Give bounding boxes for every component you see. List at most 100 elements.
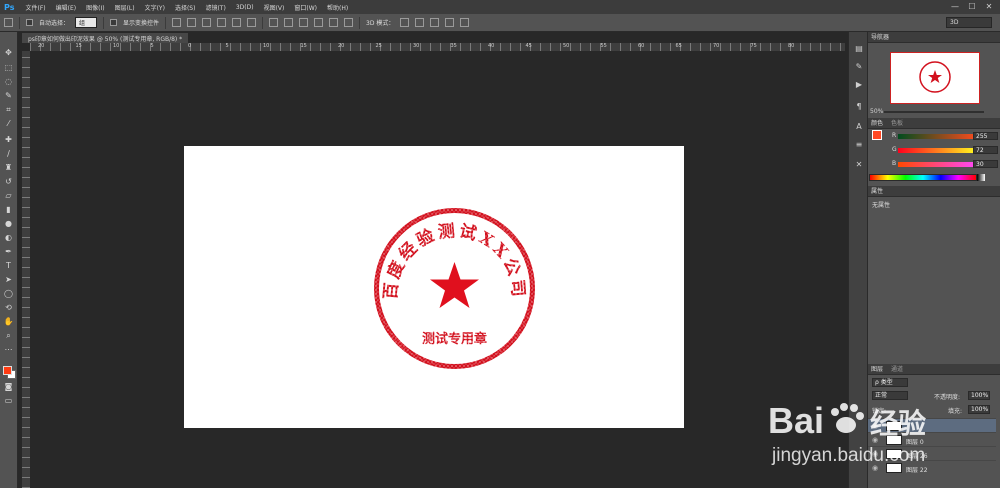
stamp-center-text: 测试专用章 <box>422 331 487 347</box>
distribute-bottom-icon[interactable] <box>299 18 309 27</box>
type-tool-icon[interactable]: T <box>3 261 14 270</box>
menu-type[interactable]: 文字(Y) <box>140 3 170 12</box>
align-left-icon[interactable] <box>217 18 227 27</box>
align-bottom-icon[interactable] <box>202 18 212 27</box>
tab-properties[interactable]: 属性 <box>871 188 883 195</box>
color-spectrum-bar[interactable] <box>869 174 977 181</box>
more-tools-icon[interactable]: ⋯ <box>3 345 14 354</box>
move-tool-icon[interactable] <box>4 18 13 27</box>
history-brush-tool-icon[interactable]: ↺ <box>3 177 14 186</box>
maximize-button[interactable]: ☐ <box>965 1 979 12</box>
menu-view[interactable]: 视图(V) <box>259 3 290 12</box>
close-button[interactable]: ✕ <box>982 1 996 12</box>
distribute-left-icon[interactable] <box>314 18 324 27</box>
menu-image[interactable]: 图像(I) <box>81 3 109 12</box>
3d-scale-icon[interactable] <box>460 18 470 27</box>
auto-select-label: 自动选择： <box>39 20 70 27</box>
brush-preset-icon[interactable]: ✎ <box>854 62 864 72</box>
color-b-slider[interactable] <box>898 162 978 167</box>
color-bw-bar[interactable] <box>977 174 985 181</box>
distribute-right-icon[interactable] <box>344 18 354 27</box>
show-transform-checkbox[interactable] <box>110 19 118 26</box>
navigator-zoom-value[interactable]: 50% <box>870 108 883 115</box>
workspace-dropdown[interactable]: 3D <box>946 17 992 28</box>
tab-swatches[interactable]: 色板 <box>891 120 903 127</box>
auto-select-dropdown[interactable]: 组 <box>75 17 98 28</box>
3d-rotate-icon[interactable] <box>400 18 410 27</box>
quick-mask-icon[interactable]: ◙ <box>3 382 14 391</box>
menu-window[interactable]: 窗口(W) <box>289 3 322 12</box>
align-hcenter-icon[interactable] <box>232 18 242 27</box>
align-vcenter-icon[interactable] <box>187 18 197 27</box>
color-foreground-swatch[interactable] <box>872 130 882 140</box>
healing-brush-tool-icon[interactable]: ✚ <box>3 135 14 144</box>
navigator-stamp-thumb <box>919 61 951 93</box>
color-r-value[interactable]: 255 <box>973 132 998 140</box>
distribute-vcenter-icon[interactable] <box>284 18 294 27</box>
tools-preset-icon[interactable]: ✕ <box>854 160 864 170</box>
navigator-thumbnail[interactable] <box>890 52 980 104</box>
tab-channels[interactable]: 通道 <box>891 366 903 373</box>
actions-icon[interactable]: ▶ <box>854 80 864 90</box>
layer-kind-filter[interactable]: ρ 类型 <box>872 378 908 387</box>
clone-stamp-tool-icon[interactable]: ♜ <box>3 163 14 172</box>
photoshop-logo: Ps <box>4 2 15 12</box>
minimize-button[interactable]: — <box>948 1 962 12</box>
menu-select[interactable]: 选择(S) <box>170 3 201 12</box>
tab-layers[interactable]: 图层 <box>871 366 883 373</box>
blur-tool-icon[interactable]: ● <box>3 219 14 228</box>
auto-select-checkbox[interactable] <box>26 19 33 26</box>
properties-empty-text: 无属性 <box>872 202 891 209</box>
color-b-value[interactable]: 30 <box>973 160 998 168</box>
menu-filter[interactable]: 滤镜(T) <box>200 3 230 12</box>
document-tab[interactable]: ps印章如何做出印泥效果 @ 50% (测试专用章, RGB/8) * <box>22 33 189 43</box>
watermark-brand: Bai <box>768 400 824 441</box>
distribute-top-icon[interactable] <box>269 18 279 27</box>
paragraph-style-icon[interactable]: ≡ <box>854 140 864 150</box>
pen-tool-icon[interactable]: ✒ <box>3 247 14 256</box>
crop-tool-icon[interactable]: ⌗ <box>3 105 14 114</box>
lasso-tool-icon[interactable]: ◌ <box>3 77 14 86</box>
tab-navigator[interactable]: 导航器 <box>871 34 889 41</box>
color-g-value[interactable]: 72 <box>973 146 998 154</box>
quick-select-tool-icon[interactable]: ✎ <box>3 91 14 100</box>
distribute-hcenter-icon[interactable] <box>329 18 339 27</box>
color-g-slider[interactable] <box>898 148 978 153</box>
hand-tool-icon[interactable]: ✋ <box>3 317 14 326</box>
vertical-ruler[interactable] <box>22 51 30 488</box>
menu-file[interactable]: 文件(F) <box>20 3 50 12</box>
eyedropper-tool-icon[interactable]: ⁄ <box>3 119 14 128</box>
color-g-label: G <box>892 146 897 153</box>
3d-tool-icon[interactable]: ⟲ <box>3 303 14 312</box>
tab-color[interactable]: 颜色 <box>871 120 883 127</box>
eraser-tool-icon[interactable]: ▱ <box>3 191 14 200</box>
align-right-icon[interactable] <box>247 18 257 27</box>
marquee-tool-icon[interactable]: ⬚ <box>3 63 14 72</box>
document-canvas[interactable]: 百度经验测试XX公司 测试专用章 <box>184 146 684 428</box>
navigator-zoom-slider[interactable] <box>884 111 984 113</box>
zoom-tool-icon[interactable]: ⌕ <box>3 331 14 340</box>
history-icon[interactable]: ▤ <box>854 44 864 54</box>
menu-layer[interactable]: 图层(L) <box>110 3 140 12</box>
align-top-icon[interactable] <box>172 18 182 27</box>
menu-3d[interactable]: 3D(D) <box>231 4 259 11</box>
3d-drag-icon[interactable] <box>430 18 440 27</box>
color-r-slider[interactable] <box>898 134 978 139</box>
dodge-tool-icon[interactable]: ◐ <box>3 233 14 242</box>
foreground-color-swatch[interactable] <box>3 366 12 375</box>
ruler-label: 20 <box>38 43 45 49</box>
ellipse-tool-icon[interactable]: ◯ <box>3 289 14 298</box>
3d-slide-icon[interactable] <box>445 18 455 27</box>
ruler-label: 5 <box>150 43 154 49</box>
character-icon[interactable]: A <box>854 122 864 132</box>
3d-roll-icon[interactable] <box>415 18 425 27</box>
paragraph-icon[interactable]: ¶ <box>854 102 864 112</box>
menu-help[interactable]: 帮助(H) <box>322 3 353 12</box>
gradient-tool-icon[interactable]: ▮ <box>3 205 14 214</box>
move-tool-icon[interactable]: ✥ <box>3 48 14 57</box>
screen-mode-icon[interactable]: ▭ <box>3 396 14 405</box>
separator <box>103 16 105 29</box>
path-select-tool-icon[interactable]: ➤ <box>3 275 14 284</box>
menu-edit[interactable]: 编辑(E) <box>51 3 81 12</box>
brush-tool-icon[interactable]: ∕ <box>3 149 14 158</box>
